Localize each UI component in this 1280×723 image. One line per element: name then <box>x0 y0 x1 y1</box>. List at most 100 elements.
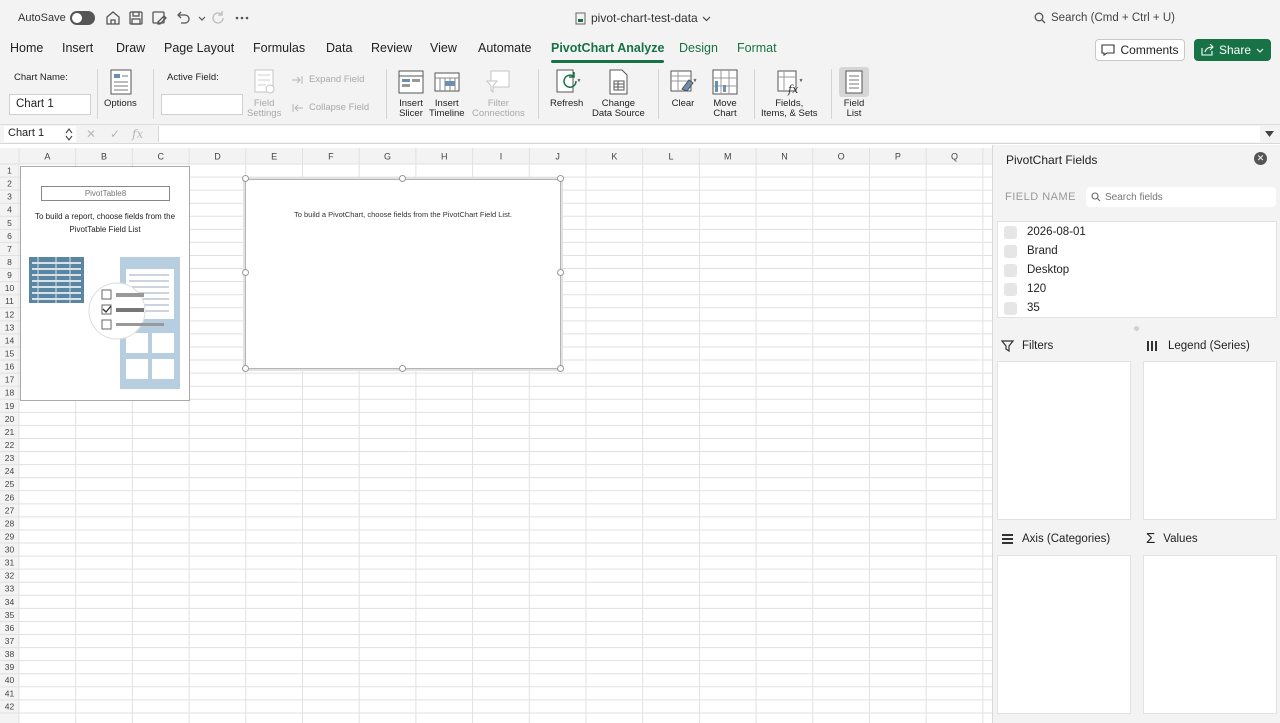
row-header[interactable]: 16 <box>5 362 15 372</box>
autosave-toggle[interactable] <box>70 11 95 25</box>
field-checkbox[interactable] <box>1004 244 1017 258</box>
field-item[interactable]: 120 <box>1004 281 1046 297</box>
resize-handle-bottom[interactable] <box>399 365 406 372</box>
redo-icon[interactable] <box>209 9 227 27</box>
more-icon[interactable] <box>233 9 251 27</box>
resize-handle-bottom-right[interactable] <box>557 365 564 372</box>
column-header[interactable]: A <box>44 152 50 162</box>
tab-design[interactable]: Design <box>679 41 718 55</box>
column-header[interactable]: E <box>271 152 277 162</box>
resize-handle-right[interactable] <box>557 269 564 276</box>
tab-page-layout[interactable]: Page Layout <box>164 41 234 55</box>
row-header[interactable]: 5 <box>7 218 12 228</box>
tab-format[interactable]: Format <box>737 41 777 55</box>
row-header[interactable]: 23 <box>5 453 15 463</box>
row-header[interactable]: 3 <box>7 192 12 202</box>
options-button[interactable]: Options <box>104 67 137 109</box>
row-header[interactable]: 18 <box>5 388 15 398</box>
column-header[interactable]: P <box>895 152 901 162</box>
function-icon[interactable]: fx <box>132 127 143 141</box>
splitter-handle[interactable] <box>1134 326 1139 331</box>
values-drop-zone[interactable] <box>1143 555 1277 714</box>
column-header[interactable]: H <box>441 152 448 162</box>
row-header[interactable]: 29 <box>5 531 15 541</box>
row-header[interactable]: 4 <box>7 205 12 215</box>
active-field-input[interactable] <box>161 94 243 115</box>
column-header[interactable]: K <box>611 152 617 162</box>
share-button[interactable]: Share <box>1194 39 1271 61</box>
column-header[interactable]: M <box>724 152 732 162</box>
row-header[interactable]: 14 <box>5 335 15 345</box>
field-checkbox[interactable] <box>1004 263 1017 277</box>
field-search-input[interactable]: Search fields <box>1086 187 1276 207</box>
axis-drop-zone[interactable] <box>997 555 1131 714</box>
insert-timeline-button[interactable]: Insert Timeline <box>429 67 465 119</box>
resize-handle-bottom-left[interactable] <box>242 365 249 372</box>
row-header[interactable]: 36 <box>5 623 15 633</box>
resize-handle-top-left[interactable] <box>242 175 249 182</box>
search-box[interactable]: Search (Cmd + Ctrl + U) <box>1034 12 1175 24</box>
row-header[interactable]: 31 <box>5 558 15 568</box>
tab-formulas[interactable]: Formulas <box>253 41 305 55</box>
clear-button[interactable]: Clear <box>668 67 698 109</box>
undo-icon[interactable] <box>174 9 192 27</box>
change-data-source-button[interactable]: Change Data Source <box>592 67 645 119</box>
column-header[interactable]: C <box>158 152 165 162</box>
move-chart-button[interactable]: Move Chart <box>710 67 740 119</box>
field-list-button[interactable]: Field List <box>839 67 869 119</box>
edit-save-icon[interactable] <box>150 9 168 27</box>
comments-button[interactable]: Comments <box>1095 39 1185 61</box>
column-header[interactable]: I <box>500 152 503 162</box>
row-header[interactable]: 21 <box>5 427 15 437</box>
tab-insert[interactable]: Insert <box>62 41 93 55</box>
tab-automate[interactable]: Automate <box>478 41 532 55</box>
row-header[interactable]: 33 <box>5 584 15 594</box>
row-header[interactable]: 12 <box>5 309 15 319</box>
row-header[interactable]: 17 <box>5 375 15 385</box>
row-header[interactable]: 8 <box>7 257 12 267</box>
row-header[interactable]: 24 <box>5 466 15 476</box>
pivot-table-placeholder[interactable]: PivotTable8 To build a report, choose fi… <box>20 166 190 401</box>
field-settings-button[interactable]: Field Settings <box>247 67 281 119</box>
tab-data[interactable]: Data <box>326 41 352 55</box>
row-header[interactable]: 35 <box>5 610 15 620</box>
column-header[interactable]: L <box>669 152 674 162</box>
tab-pivotchart-analyze[interactable]: PivotChart Analyze <box>551 41 665 63</box>
row-header[interactable]: 39 <box>5 662 15 672</box>
filter-connections-button[interactable]: Filter Connections <box>472 67 525 119</box>
name-box-stepper-icon[interactable] <box>65 127 73 142</box>
column-header[interactable]: N <box>781 152 788 162</box>
save-icon[interactable] <box>127 9 145 27</box>
row-header[interactable]: 10 <box>5 283 15 293</box>
row-header[interactable]: 2 <box>7 179 12 189</box>
row-header[interactable]: 13 <box>5 322 15 332</box>
row-header[interactable]: 30 <box>5 545 15 555</box>
row-header[interactable]: 25 <box>5 479 15 489</box>
row-header[interactable]: 34 <box>5 597 15 607</box>
formula-input[interactable] <box>158 126 1260 142</box>
row-header[interactable]: 38 <box>5 649 15 659</box>
row-header[interactable]: 41 <box>5 688 15 698</box>
row-header[interactable]: 40 <box>5 675 15 685</box>
row-header[interactable]: 27 <box>5 505 15 515</box>
row-header[interactable]: 15 <box>5 348 15 358</box>
close-icon[interactable]: ✕ <box>1254 152 1267 165</box>
row-header[interactable]: 32 <box>5 571 15 581</box>
column-header[interactable]: G <box>384 152 391 162</box>
row-header[interactable]: 19 <box>5 401 15 411</box>
column-header[interactable]: F <box>328 152 334 162</box>
home-icon[interactable] <box>104 9 122 27</box>
tab-home[interactable]: Home <box>10 41 43 55</box>
row-header[interactable]: 20 <box>5 414 15 424</box>
field-item[interactable]: 35 <box>1004 300 1040 316</box>
legend-drop-zone[interactable] <box>1143 361 1277 520</box>
row-header[interactable]: 1 <box>7 166 12 176</box>
column-header[interactable]: Q <box>951 152 958 162</box>
chart-name-input[interactable]: Chart 1 <box>9 94 91 115</box>
row-header[interactable]: 28 <box>5 518 15 528</box>
row-header[interactable]: 7 <box>7 244 12 254</box>
row-header[interactable]: 26 <box>5 492 15 502</box>
row-header[interactable]: 6 <box>7 231 12 241</box>
column-header[interactable]: O <box>838 152 845 162</box>
field-checkbox[interactable] <box>1004 282 1017 296</box>
